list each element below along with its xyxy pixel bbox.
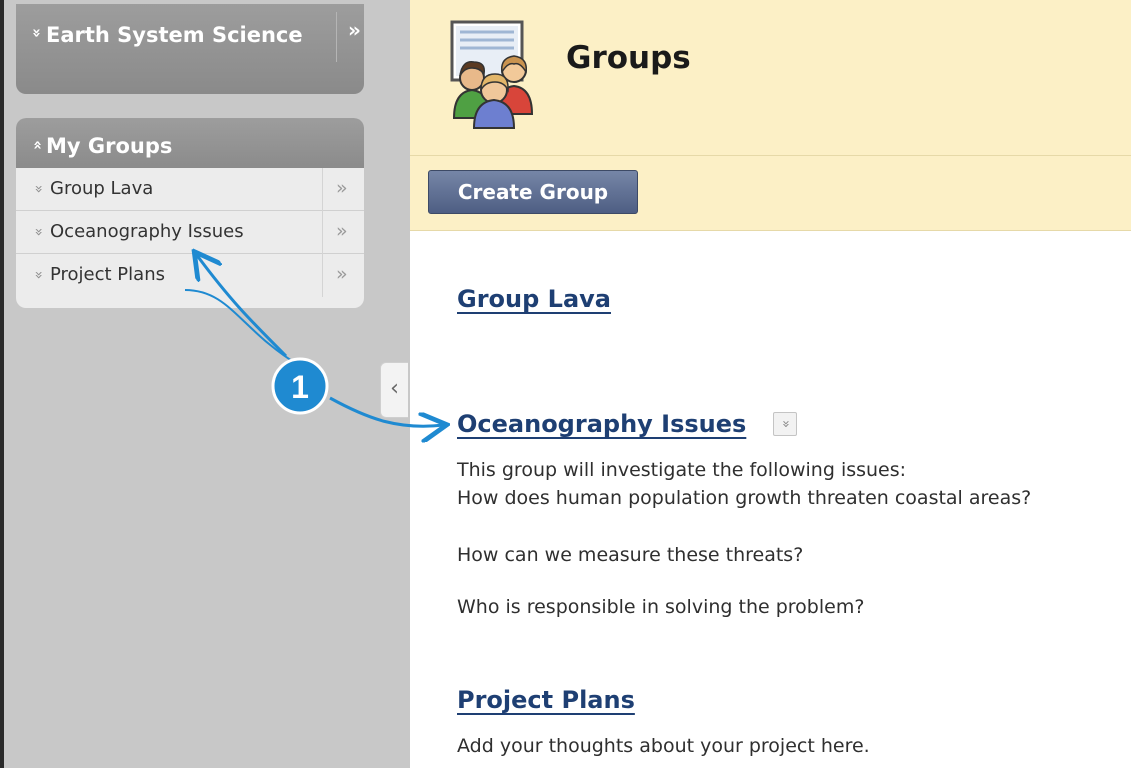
chevron-down-icon[interactable]: » bbox=[30, 271, 46, 280]
divider bbox=[322, 211, 323, 254]
chevron-down-icon[interactable]: » bbox=[30, 185, 46, 194]
divider bbox=[322, 168, 323, 211]
group-options-button[interactable]: » bbox=[773, 412, 797, 436]
sidebar-item-oceanography-issues[interactable]: » Oceanography Issues » bbox=[16, 211, 364, 254]
sidebar-item-project-plans[interactable]: » Project Plans » bbox=[16, 254, 364, 297]
divider bbox=[336, 12, 337, 62]
main-content: Groups Create Group bbox=[410, 0, 1131, 768]
divider bbox=[410, 155, 1131, 156]
collapse-menu-button[interactable]: ‹ bbox=[380, 362, 408, 418]
my-groups-panel: » My Groups » Group Lava » » Oceanograph… bbox=[16, 118, 364, 308]
sidebar-item-label[interactable]: Group Lava bbox=[50, 178, 153, 199]
open-group-arrow-icon[interactable]: » bbox=[336, 220, 348, 242]
sidebar-item-group-lava[interactable]: » Group Lava » bbox=[16, 168, 364, 211]
create-group-button[interactable]: Create Group bbox=[428, 170, 638, 214]
sidebar-item-label[interactable]: Project Plans bbox=[50, 264, 165, 285]
sidebar-item-label[interactable]: Oceanography Issues bbox=[50, 221, 244, 242]
divider bbox=[322, 254, 323, 297]
chevron-up-icon[interactable]: » bbox=[28, 140, 46, 150]
groups-icon bbox=[450, 20, 534, 129]
group-link-group-lava[interactable]: Group Lava bbox=[457, 285, 611, 313]
chevron-down-icon[interactable]: » bbox=[774, 420, 796, 428]
group-description-line: Who is responsible in solving the proble… bbox=[457, 596, 865, 618]
page-header: Groups Create Group bbox=[410, 0, 1131, 231]
app-frame: » Earth System Science » » My Groups » G… bbox=[0, 0, 1131, 768]
page-title: Groups bbox=[566, 40, 691, 76]
group-link-project-plans[interactable]: Project Plans bbox=[457, 686, 635, 714]
my-groups-label: My Groups bbox=[46, 134, 173, 158]
course-title[interactable]: Earth System Science bbox=[46, 22, 306, 48]
group-description-line: Add your thoughts about your project her… bbox=[457, 735, 870, 757]
group-description-line: How can we measure these threats? bbox=[457, 544, 804, 566]
chevron-down-icon[interactable]: » bbox=[30, 228, 46, 237]
chevron-left-icon[interactable]: ‹ bbox=[390, 376, 399, 401]
open-group-arrow-icon[interactable]: » bbox=[336, 263, 348, 285]
my-groups-header[interactable]: » My Groups bbox=[16, 118, 364, 168]
group-link-oceanography-issues[interactable]: Oceanography Issues bbox=[457, 410, 746, 438]
open-group-arrow-icon[interactable]: » bbox=[336, 177, 348, 199]
course-title-panel[interactable]: » Earth System Science » bbox=[16, 4, 364, 94]
group-description-line: How does human population growth threate… bbox=[457, 487, 1032, 509]
chevron-down-icon[interactable]: » bbox=[28, 28, 46, 38]
group-description-line: This group will investigate the followin… bbox=[457, 459, 907, 481]
course-menu-sidebar: » Earth System Science » » My Groups » G… bbox=[0, 0, 410, 768]
open-course-arrow-icon[interactable]: » bbox=[348, 18, 361, 42]
